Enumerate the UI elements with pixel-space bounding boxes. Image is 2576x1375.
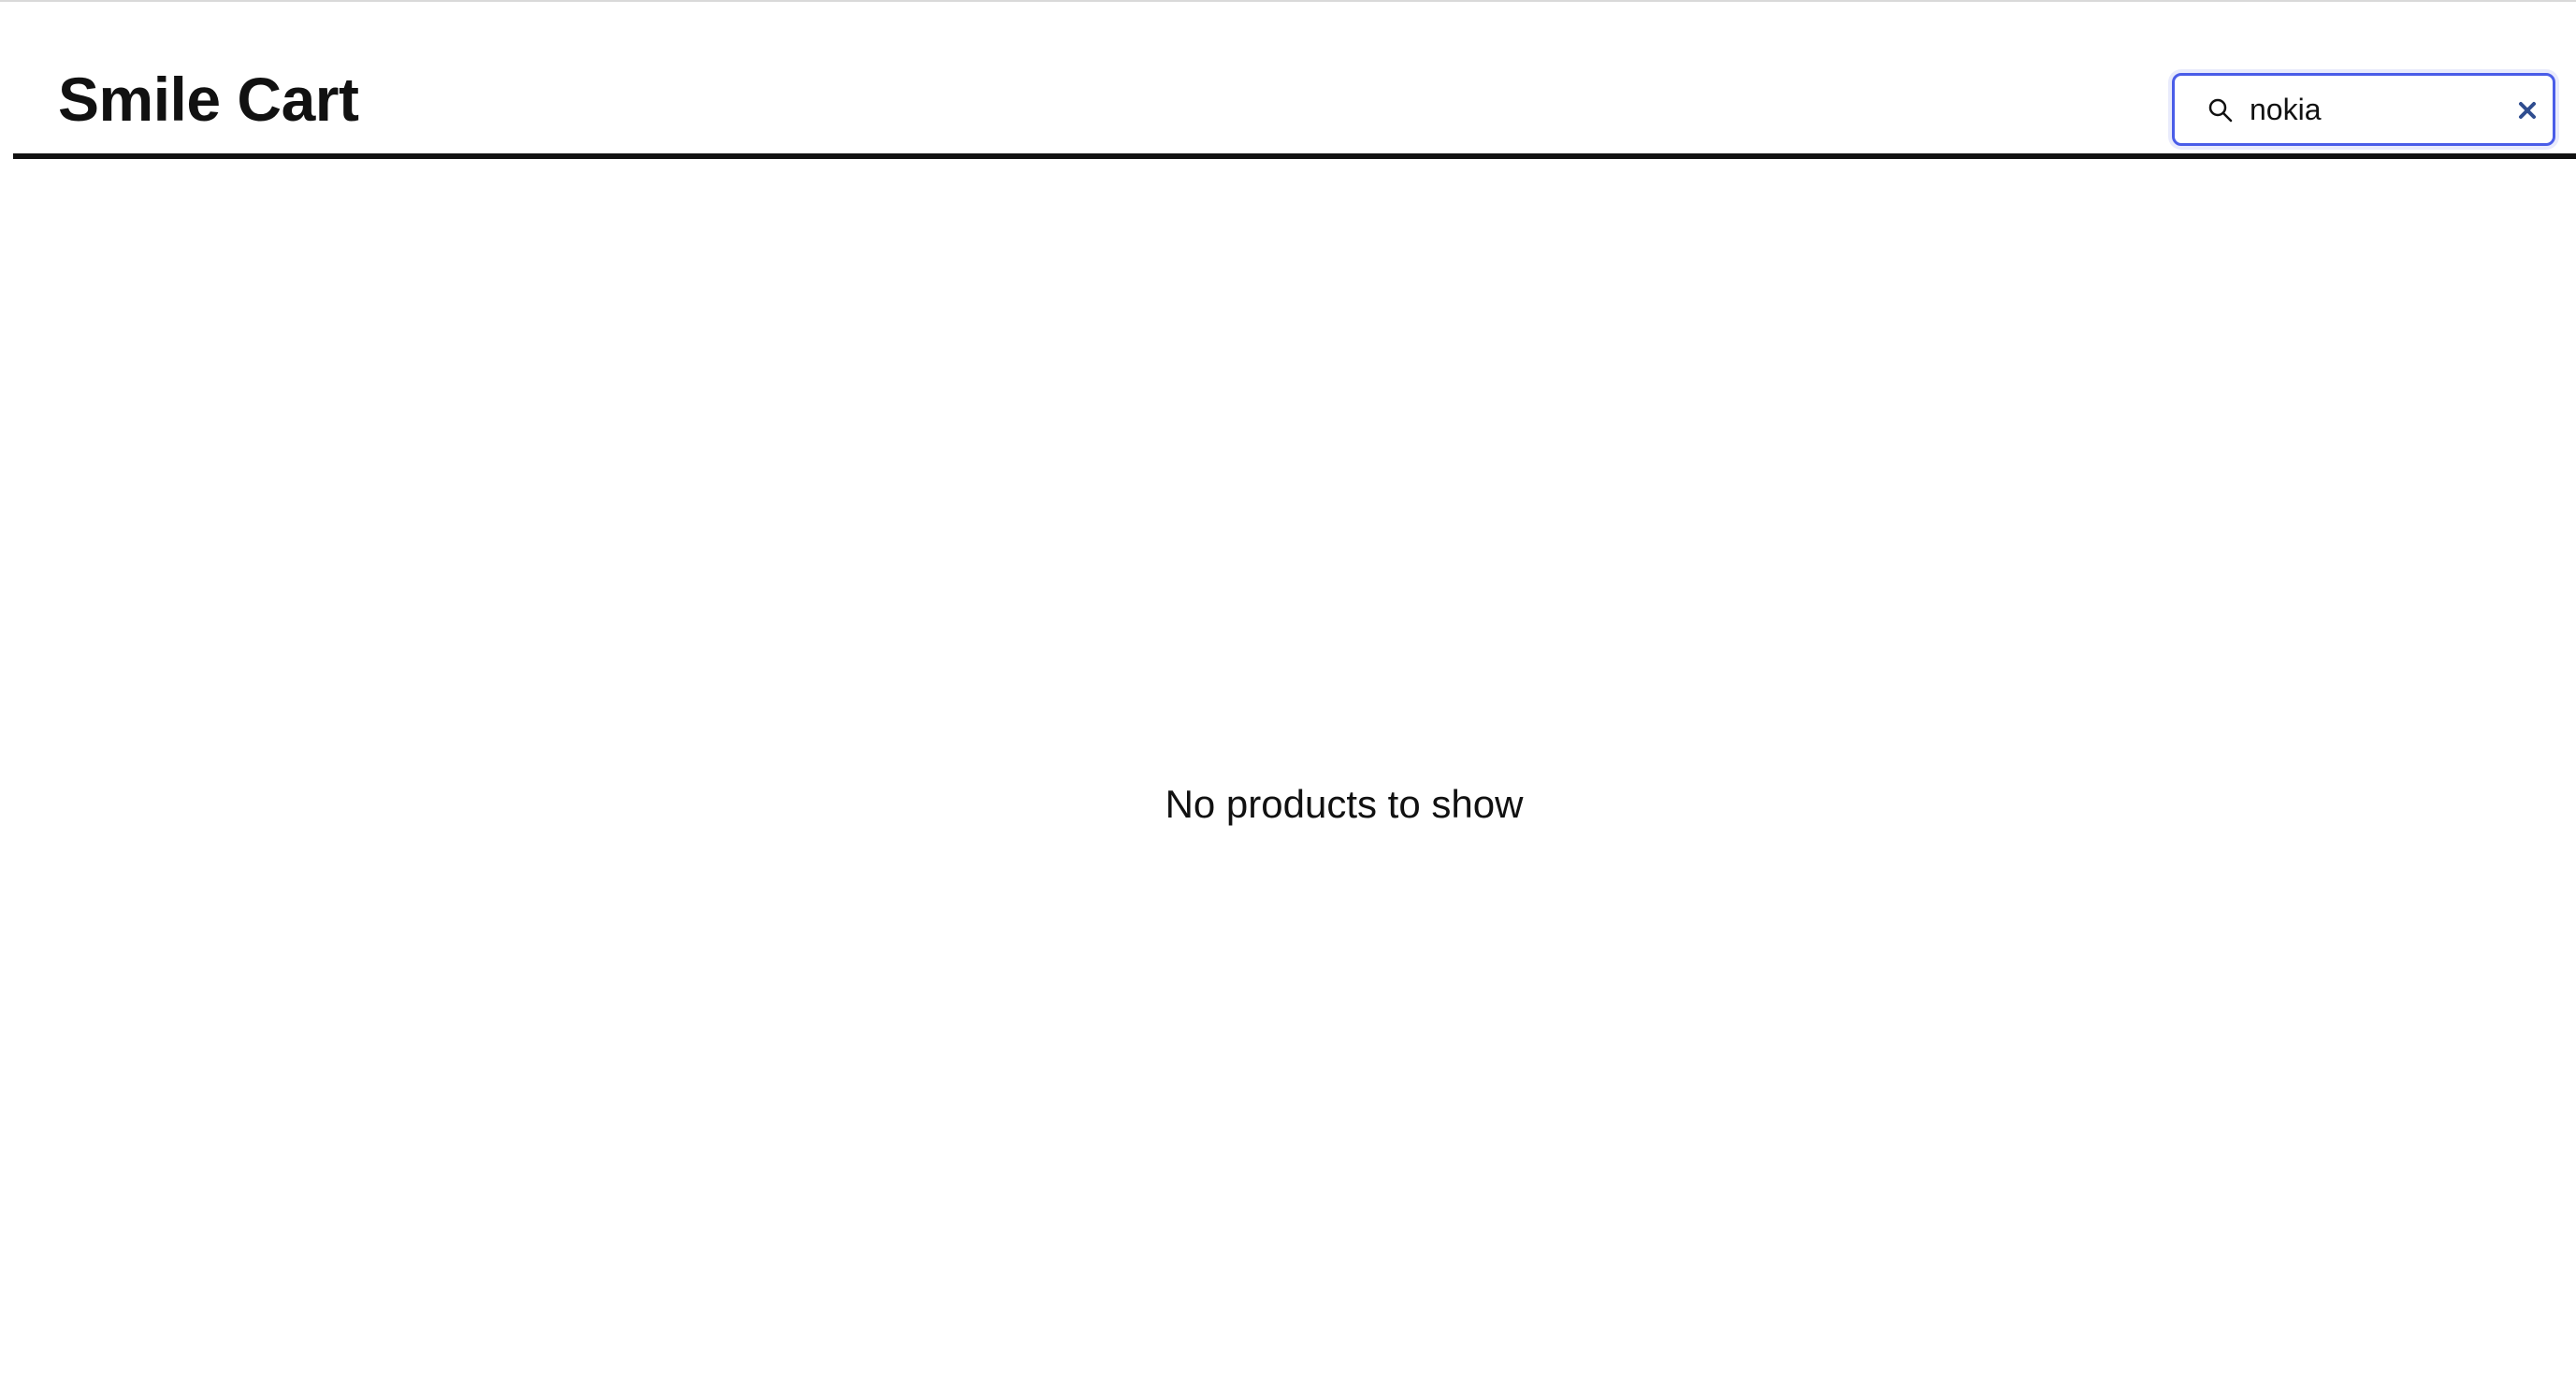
empty-state-message: No products to show xyxy=(1165,782,1524,826)
page-title: Smile Cart xyxy=(58,65,359,134)
search-icon xyxy=(2207,96,2235,124)
search-box[interactable] xyxy=(2172,73,2555,146)
search-input[interactable] xyxy=(2250,83,2493,136)
page-header: Smile Cart xyxy=(13,2,2576,159)
clear-search-button[interactable] xyxy=(2511,94,2543,126)
close-icon xyxy=(2519,102,2536,119)
